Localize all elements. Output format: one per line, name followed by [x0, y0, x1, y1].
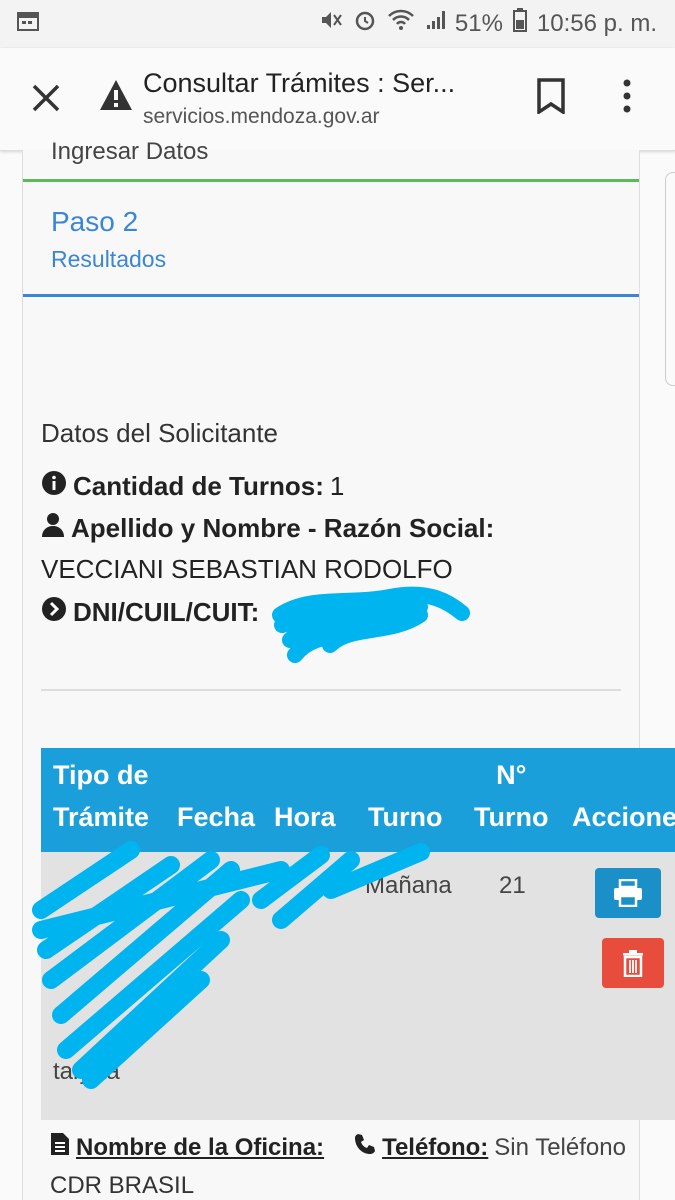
wifi-icon — [387, 9, 415, 38]
results-table: Tipo de Trámite Fecha Hora Turno N° Turn… — [32, 748, 675, 1120]
user-icon — [41, 512, 65, 545]
close-button[interactable] — [26, 78, 66, 118]
nombre-label: Apellido y Nombre - Razón Social: — [71, 513, 495, 543]
step2-subtitle: Resultados — [51, 246, 167, 272]
dni-label: DNI/CUIL/CUIT: — [73, 597, 260, 627]
redaction-scribble-table — [32, 841, 430, 1089]
step2-title: Paso 2 — [51, 206, 139, 237]
chevron-circle-right-icon — [41, 596, 67, 629]
redaction-scribble — [272, 586, 470, 663]
delete-button[interactable] — [602, 938, 664, 988]
cell-nro: 21 — [499, 872, 526, 899]
step1-divider — [23, 179, 639, 182]
office-name-value: CDR BRASIL — [50, 1172, 195, 1199]
step2[interactable]: Paso 2 Resultados — [51, 206, 166, 273]
file-icon — [50, 1132, 70, 1163]
office-line: Nombre de la Oficina: Teléfono: Sin Telé… — [50, 1132, 626, 1163]
turnos-label: Cantidad de Turnos: — [73, 471, 324, 501]
office-name-label: Nombre de la Oficina: — [76, 1133, 325, 1161]
signal-icon — [425, 9, 445, 38]
col-hora: Hora — [274, 802, 336, 832]
side-panel-edge — [665, 172, 675, 386]
table-header: Tipo de Trámite Fecha Hora Turno N° Turn… — [41, 748, 675, 852]
bookmark-button[interactable] — [536, 78, 566, 119]
phone-label: Teléfono: — [382, 1133, 489, 1161]
clock-time: 10:56 p. m. — [536, 9, 657, 37]
phone-icon — [354, 1133, 376, 1162]
col-nro-line1: N° — [496, 760, 527, 790]
battery-icon — [512, 8, 527, 39]
phone-value: Sin Teléfono — [494, 1133, 626, 1161]
status-bar: 51% 10:56 p. m. — [0, 0, 675, 48]
bookmark-icon — [537, 78, 565, 116]
page-title: Consultar Trámites : Ser... — [143, 68, 456, 98]
print-button[interactable] — [595, 868, 661, 918]
mute-icon — [319, 9, 343, 38]
menu-button[interactable] — [620, 78, 634, 119]
title-block: Consultar Trámites : Ser... servicios.me… — [143, 68, 513, 129]
step2-divider — [23, 294, 639, 297]
col-nro-line2: Turno — [474, 802, 549, 832]
table-row: tarjeta Mañana 21 — [32, 841, 675, 1120]
dni-line: DNI/CUIL/CUIT: — [41, 596, 259, 629]
battery-percent: 51% — [454, 9, 503, 37]
col-nro-turno: N° Turno — [474, 754, 548, 838]
calendar-icon — [16, 10, 40, 39]
col-fecha: Fecha — [177, 802, 256, 832]
nombre-value: VECCIANI SEBASTIAN RODOLFO — [41, 554, 453, 584]
warning-icon[interactable] — [98, 78, 134, 117]
close-icon — [32, 84, 60, 112]
trash-icon — [623, 950, 643, 977]
col-turno: Turno — [368, 802, 443, 832]
browser-toolbar: Consultar Trámites : Ser... servicios.me… — [0, 48, 675, 151]
turnos-value: 1 — [329, 471, 345, 501]
col-tipo-line2: Trámite — [53, 802, 150, 832]
nombre-line: Apellido y Nombre - Razón Social: — [41, 512, 494, 545]
col-tipo: Tipo de Trámite — [53, 754, 149, 838]
info-icon — [41, 470, 67, 503]
col-tipo-line1: Tipo de — [53, 760, 149, 790]
step1-label: Ingresar Datos — [51, 138, 209, 165]
more-vert-icon — [623, 79, 631, 113]
page-url: servicios.mendoza.gov.ar — [143, 105, 380, 128]
print-icon — [614, 879, 642, 907]
col-acciones: Acciones — [572, 802, 675, 832]
section-divider — [41, 689, 621, 691]
section-title: Datos del Solicitante — [41, 418, 279, 448]
turnos-line: Cantidad de Turnos: 1 — [41, 470, 344, 503]
alarm-icon — [353, 8, 377, 39]
